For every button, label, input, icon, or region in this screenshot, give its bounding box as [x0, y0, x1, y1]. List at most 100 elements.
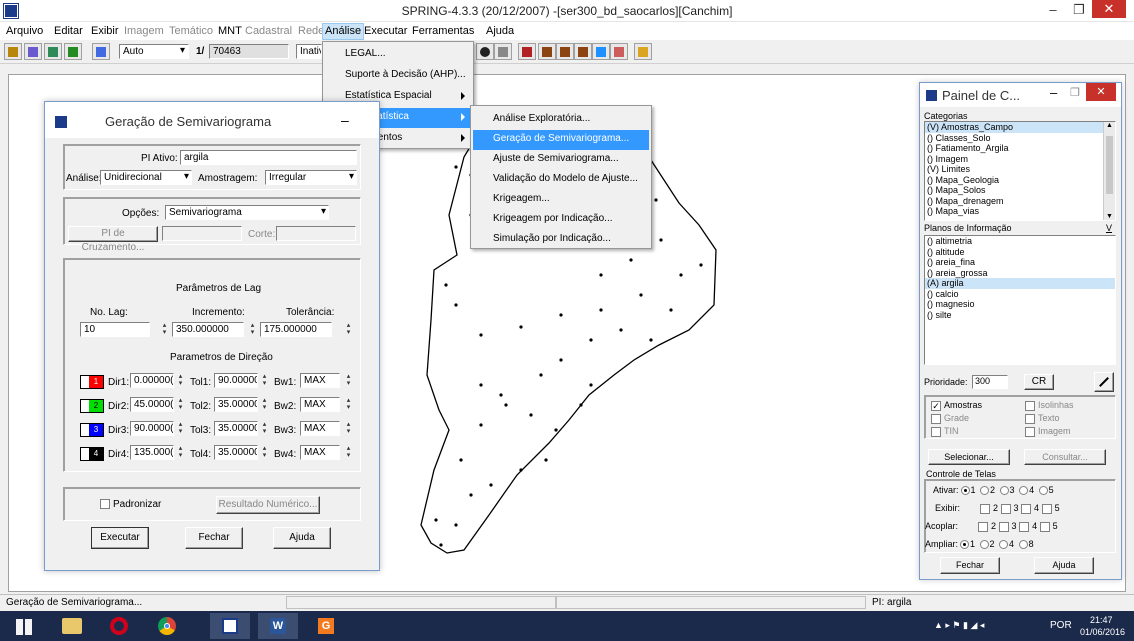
clock-date[interactable]: 01/06/2016: [1080, 627, 1125, 637]
plano-item[interactable]: () magnesio: [925, 299, 1115, 310]
pan-icon[interactable]: [592, 43, 610, 60]
categoria-item[interactable]: () Imagem: [925, 154, 1115, 165]
pointer-icon[interactable]: [494, 43, 512, 60]
panel-maximize-button[interactable]: ❐: [1070, 86, 1080, 99]
padronizar-checkbox[interactable]: Padronizar: [100, 499, 161, 510]
maximize-button[interactable]: ❐: [1066, 0, 1092, 22]
undo-icon[interactable]: [610, 43, 628, 60]
ativar-option[interactable]: 5: [1037, 485, 1054, 496]
bw1-input[interactable]: MAX: [300, 373, 340, 388]
corte-input[interactable]: [276, 226, 356, 241]
grade-checkbox[interactable]: Grade: [931, 413, 969, 424]
scroll-thumb[interactable]: [1106, 136, 1113, 194]
panel-minimize-button[interactable]: –: [1050, 85, 1057, 100]
dir2-spinner[interactable]: ▴ ▾: [176, 397, 185, 412]
bw3-input[interactable]: MAX: [300, 421, 340, 436]
menu-item-krigeagem-indicacao[interactable]: Krigeagem por Indicação...: [473, 210, 649, 230]
ativar-option[interactable]: 4: [1017, 485, 1037, 496]
scroll-down-icon[interactable]: ▼: [1104, 213, 1115, 220]
analise-select[interactable]: Unidirecional ▾: [100, 170, 192, 185]
pi-cruzamento-button[interactable]: PI de Cruzamento...: [68, 226, 158, 253]
clock-time[interactable]: 21:47: [1090, 615, 1113, 625]
zoom-out-icon[interactable]: [556, 43, 574, 60]
dir4-spinner[interactable]: ▴ ▾: [176, 445, 185, 460]
help-icon[interactable]: [634, 43, 652, 60]
menu-item-legal[interactable]: LEGAL...: [325, 45, 471, 65]
fechar-button[interactable]: Fechar: [185, 527, 243, 549]
categoria-item[interactable]: () Mapa_Geologia: [925, 175, 1115, 186]
pi-cruzamento-input[interactable]: [162, 226, 242, 241]
file-explorer-icon[interactable]: [52, 613, 92, 639]
plano-item[interactable]: () silte: [925, 310, 1115, 321]
tol2-spinner[interactable]: ▴ ▾: [260, 397, 269, 412]
categoria-item[interactable]: (V) Amostras_Campo: [925, 122, 1115, 133]
executar-button[interactable]: Executar: [91, 527, 149, 549]
plano-item[interactable]: () altimetria: [925, 236, 1115, 247]
panel-ajuda-button[interactable]: Ajuda: [1034, 557, 1094, 574]
bw2-spinner[interactable]: ▴ ▾: [344, 397, 353, 412]
incremento-input[interactable]: 350.000000: [172, 322, 244, 337]
menu-item-analise-exploratoria[interactable]: Análise Exploratória...: [473, 110, 649, 130]
acoplar-option[interactable]: 2: [978, 521, 999, 532]
planos-toggle[interactable]: V: [1106, 223, 1112, 233]
plano-item[interactable]: () altitude: [925, 247, 1115, 258]
acoplar-option[interactable]: 4: [1019, 521, 1040, 532]
bw3-spinner[interactable]: ▴ ▾: [344, 421, 353, 436]
zoom-in-icon[interactable]: [538, 43, 556, 60]
ampliar-option[interactable]: 2: [978, 539, 998, 550]
imagem-checkbox[interactable]: Imagem: [1025, 426, 1071, 437]
tolerancia-spinner[interactable]: ▴ ▾: [344, 322, 353, 337]
plano-item[interactable]: (A) argila: [925, 278, 1115, 289]
language-indicator[interactable]: POR: [1050, 620, 1072, 631]
scale-input[interactable]: 70463: [209, 44, 289, 59]
opera-icon[interactable]: [100, 613, 140, 639]
menu-executar[interactable]: Executar: [364, 25, 407, 37]
windows-start-icon[interactable]: [6, 613, 46, 639]
categoria-item[interactable]: (V) Limites: [925, 164, 1115, 175]
menu-item-geracao-semivariograma[interactable]: Geração de Semivariograma...: [473, 130, 649, 150]
prioridade-input[interactable]: 300: [972, 375, 1008, 389]
ampliar-option[interactable]: 1: [958, 539, 978, 550]
consultar-button[interactable]: Consultar...: [1024, 449, 1106, 465]
exibir-option[interactable]: 5: [1041, 503, 1060, 514]
edit-pencil-icon[interactable]: [1094, 372, 1114, 392]
exibir-option[interactable]: 3: [1000, 503, 1022, 514]
project-icon[interactable]: [24, 43, 42, 60]
menu-ajuda[interactable]: Ajuda: [486, 25, 514, 37]
dir2-color-swatch[interactable]: 2: [80, 399, 104, 413]
menu-item-suporte-decisao[interactable]: Suporte à Decisão (AHP)...: [325, 66, 471, 86]
minimize-button[interactable]: –: [1040, 0, 1066, 22]
nolag-spinner[interactable]: ▴ ▾: [160, 322, 169, 337]
menu-item-validacao-modelo[interactable]: Validação do Modelo de Ajuste...: [473, 170, 649, 190]
bw4-spinner[interactable]: ▴ ▾: [344, 445, 353, 460]
tol3-input[interactable]: 35.00000: [214, 421, 258, 436]
tol1-input[interactable]: 90.00000: [214, 373, 258, 388]
resultado-numerico-button[interactable]: Resultado Numérico...: [216, 496, 320, 514]
menu-tematico[interactable]: Temático: [169, 25, 213, 37]
tol2-input[interactable]: 35.00000: [214, 397, 258, 412]
bw4-input[interactable]: MAX: [300, 445, 340, 460]
layers-icon[interactable]: [44, 43, 62, 60]
categoria-item[interactable]: () Classes_Solo: [925, 133, 1115, 144]
draw-icon[interactable]: [64, 43, 82, 60]
pdf-app-icon[interactable]: G: [306, 613, 346, 639]
plano-item[interactable]: () areia_fina: [925, 257, 1115, 268]
dir1-spinner[interactable]: ▴ ▾: [176, 373, 185, 388]
plano-item[interactable]: () calcio: [925, 289, 1115, 300]
zoom-area-icon[interactable]: [574, 43, 592, 60]
tol3-spinner[interactable]: ▴ ▾: [260, 421, 269, 436]
tin-checkbox[interactable]: TIN: [931, 426, 959, 437]
isolinhas-checkbox[interactable]: Isolinhas: [1025, 400, 1074, 411]
mode-select[interactable]: Auto ▾: [119, 44, 189, 59]
categoria-item[interactable]: () Mapa_Solos: [925, 185, 1115, 196]
tray-icons[interactable]: ▲ ▸ ⚑ ▮ ◢ ◂: [934, 620, 984, 631]
selecionar-button[interactable]: Selecionar...: [928, 449, 1010, 465]
categoria-item[interactable]: () Mapa_drenagem: [925, 196, 1115, 207]
menu-ferramentas[interactable]: Ferramentas: [412, 25, 474, 37]
tolerancia-input[interactable]: 175.000000: [260, 322, 332, 337]
amostragem-select[interactable]: Irregular ▾: [265, 170, 357, 185]
categorias-scrollbar[interactable]: ▲ ▼: [1103, 122, 1115, 220]
spring-app-icon[interactable]: [210, 613, 250, 639]
tol1-spinner[interactable]: ▴ ▾: [260, 373, 269, 388]
plano-item[interactable]: () areia_grossa: [925, 268, 1115, 279]
